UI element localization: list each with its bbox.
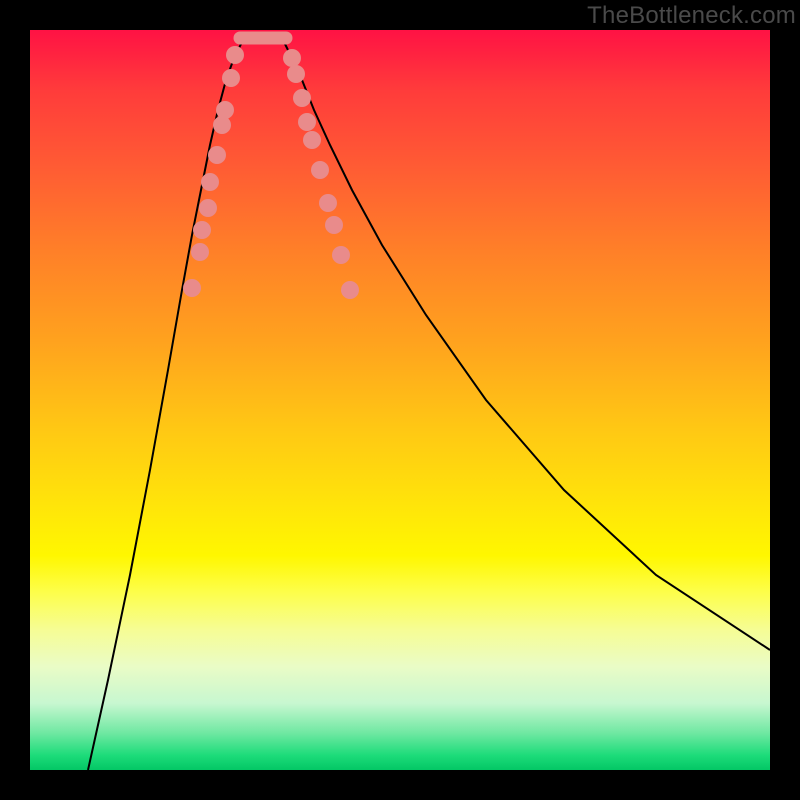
right-branch-curve (284, 42, 770, 650)
highlight-dots (183, 46, 359, 299)
data-point-dot (303, 131, 321, 149)
data-point-dot (287, 65, 305, 83)
data-point-dot (222, 69, 240, 87)
data-point-dot (293, 89, 311, 107)
data-point-dot (201, 173, 219, 191)
data-point-dot (208, 146, 226, 164)
data-point-dot (216, 101, 234, 119)
data-point-dot (193, 221, 211, 239)
curve-svg (30, 30, 770, 770)
data-point-dot (213, 116, 231, 134)
data-point-dot (311, 161, 329, 179)
data-point-dot (319, 194, 337, 212)
data-point-dot (183, 279, 201, 297)
plot-area (30, 30, 770, 770)
data-point-dot (341, 281, 359, 299)
data-point-dot (325, 216, 343, 234)
data-point-dot (191, 243, 209, 261)
data-point-dot (226, 46, 244, 64)
data-point-dot (283, 49, 301, 67)
data-point-dot (332, 246, 350, 264)
data-point-dot (298, 113, 316, 131)
chart-frame: TheBottleneck.com (0, 0, 800, 800)
data-point-dot (199, 199, 217, 217)
watermark-text: TheBottleneck.com (587, 2, 796, 30)
